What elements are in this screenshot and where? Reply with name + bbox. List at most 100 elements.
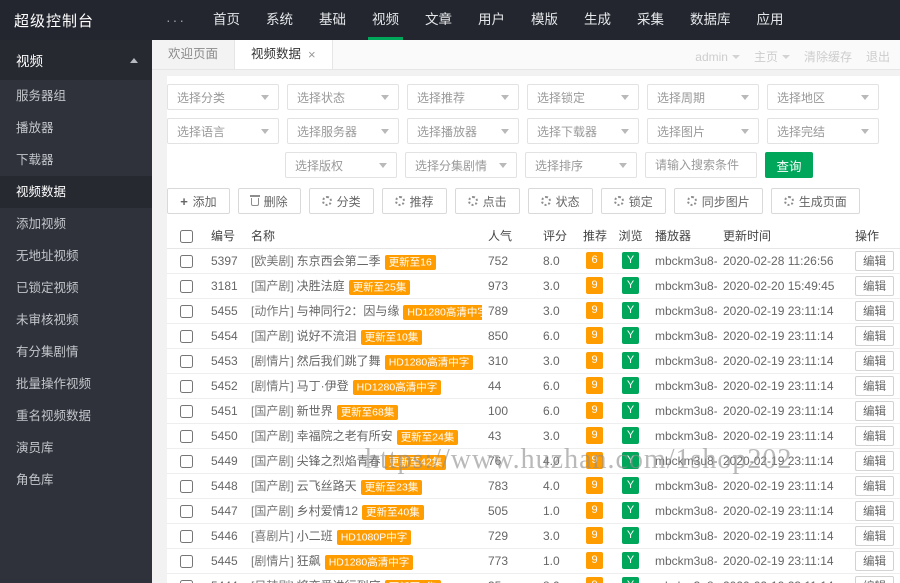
- col-updated[interactable]: 更新时间: [717, 224, 849, 249]
- tab-video-data[interactable]: 视频数据 ×: [235, 40, 333, 69]
- nav-item[interactable]: 生成: [571, 0, 624, 40]
- toolbar-button[interactable]: 添加: [167, 188, 230, 214]
- sidebar-item[interactable]: 演员库: [0, 432, 152, 464]
- filter-select[interactable]: 选择状态: [287, 84, 399, 110]
- row-checkbox[interactable]: [179, 404, 193, 418]
- search-button[interactable]: 查询: [765, 152, 813, 178]
- toolbar-button[interactable]: 分类: [308, 188, 374, 214]
- logout-link[interactable]: 退出: [866, 48, 890, 65]
- select-all-checkbox[interactable]: [179, 229, 193, 243]
- row-checkbox[interactable]: [179, 479, 193, 493]
- row-checkbox[interactable]: [179, 254, 193, 268]
- user-menu[interactable]: admin: [695, 50, 740, 64]
- video-title[interactable]: 决胜法庭: [297, 279, 345, 293]
- filter-select[interactable]: 选择分集剧情: [405, 152, 517, 178]
- nav-item[interactable]: 采集: [624, 0, 677, 40]
- video-title[interactable]: 与神同行2：因与缘: [297, 304, 400, 318]
- col-score[interactable]: 评分: [537, 224, 577, 249]
- edit-button[interactable]: 编辑: [855, 425, 894, 446]
- toolbar-button[interactable]: 状态: [527, 188, 593, 214]
- sidebar-item[interactable]: 无地址视频: [0, 240, 152, 272]
- edit-button[interactable]: 编辑: [855, 450, 894, 471]
- sidebar-item[interactable]: 角色库: [0, 464, 152, 496]
- nav-item[interactable]: 视频: [359, 0, 412, 40]
- row-checkbox[interactable]: [179, 304, 193, 318]
- row-checkbox[interactable]: [179, 354, 193, 368]
- video-title[interactable]: 将恋爱进行到底: [297, 579, 381, 583]
- col-player[interactable]: 播放器: [649, 224, 717, 249]
- video-title[interactable]: 马丁·伊登: [297, 379, 349, 393]
- search-input[interactable]: [645, 152, 757, 178]
- col-recommend[interactable]: 推荐: [577, 224, 612, 249]
- video-title[interactable]: 东京西会第二季: [297, 254, 381, 268]
- close-icon[interactable]: ×: [308, 48, 316, 61]
- nav-item[interactable]: 应用: [744, 0, 797, 40]
- edit-button[interactable]: 编辑: [855, 275, 894, 296]
- row-checkbox[interactable]: [179, 379, 193, 393]
- nav-item[interactable]: 用户: [465, 0, 518, 40]
- edit-button[interactable]: 编辑: [855, 575, 894, 583]
- filter-select[interactable]: 选择下载器: [527, 118, 639, 144]
- edit-button[interactable]: 编辑: [855, 475, 894, 496]
- homepage-menu[interactable]: 主页: [754, 48, 790, 65]
- filter-select[interactable]: 选择播放器: [407, 118, 519, 144]
- sidebar-item[interactable]: 重名视频数据: [0, 400, 152, 432]
- row-checkbox[interactable]: [179, 579, 193, 583]
- toolbar-button[interactable]: 删除: [237, 188, 301, 214]
- sidebar-header[interactable]: 视频: [0, 40, 152, 80]
- filter-select[interactable]: 选择锁定: [527, 84, 639, 110]
- nav-item[interactable]: 数据库: [677, 0, 744, 40]
- toolbar-button[interactable]: 生成页面: [770, 188, 860, 214]
- more-menu-icon[interactable]: ···: [152, 12, 200, 28]
- sidebar-item[interactable]: 已锁定视频: [0, 272, 152, 304]
- edit-button[interactable]: 编辑: [855, 550, 894, 571]
- row-checkbox[interactable]: [179, 279, 193, 293]
- filter-select[interactable]: 选择图片: [647, 118, 759, 144]
- nav-item[interactable]: 首页: [200, 0, 253, 40]
- sidebar-item[interactable]: 批量操作视频: [0, 368, 152, 400]
- filter-select[interactable]: 选择完结: [767, 118, 879, 144]
- edit-button[interactable]: 编辑: [855, 400, 894, 421]
- sidebar-item[interactable]: 添加视频: [0, 208, 152, 240]
- video-title[interactable]: 幸福院之老有所安: [297, 429, 393, 443]
- filter-select[interactable]: 选择语言: [167, 118, 279, 144]
- filter-select[interactable]: 选择周期: [647, 84, 759, 110]
- toolbar-button[interactable]: 锁定: [600, 188, 666, 214]
- sidebar-item[interactable]: 服务器组: [0, 80, 152, 112]
- toolbar-button[interactable]: 推荐: [381, 188, 447, 214]
- toolbar-button[interactable]: 同步图片: [673, 188, 763, 214]
- filter-select[interactable]: 选择服务器: [287, 118, 399, 144]
- filter-select[interactable]: 选择分类: [167, 84, 279, 110]
- edit-button[interactable]: 编辑: [855, 500, 894, 521]
- filter-select[interactable]: 选择推荐: [407, 84, 519, 110]
- tab-welcome[interactable]: 欢迎页面: [152, 40, 236, 69]
- nav-item[interactable]: 模版: [518, 0, 571, 40]
- col-browse[interactable]: 浏览: [612, 224, 649, 249]
- video-title[interactable]: 小二班: [297, 529, 333, 543]
- filter-select[interactable]: 选择排序: [525, 152, 637, 178]
- nav-item[interactable]: 系统: [253, 0, 306, 40]
- clear-cache-link[interactable]: 清除缓存: [804, 48, 852, 65]
- video-title[interactable]: 说好不流泪: [297, 329, 357, 343]
- edit-button[interactable]: 编辑: [855, 250, 894, 271]
- edit-button[interactable]: 编辑: [855, 375, 894, 396]
- video-title[interactable]: 狂飙: [297, 554, 321, 568]
- video-title[interactable]: 新世界: [297, 404, 333, 418]
- row-checkbox[interactable]: [179, 504, 193, 518]
- toolbar-button[interactable]: 点击: [454, 188, 520, 214]
- edit-button[interactable]: 编辑: [855, 300, 894, 321]
- video-title[interactable]: 云飞丝路天: [297, 479, 357, 493]
- video-title[interactable]: 然后我们跳了舞: [297, 354, 381, 368]
- nav-item[interactable]: 基础: [306, 0, 359, 40]
- sidebar-item[interactable]: 下载器: [0, 144, 152, 176]
- video-title[interactable]: 乡村爱情12: [297, 504, 358, 518]
- edit-button[interactable]: 编辑: [855, 350, 894, 371]
- sidebar-item[interactable]: 播放器: [0, 112, 152, 144]
- row-checkbox[interactable]: [179, 529, 193, 543]
- col-id[interactable]: 编号: [205, 224, 245, 249]
- edit-button[interactable]: 编辑: [855, 525, 894, 546]
- video-title[interactable]: 尖锋之烈焰青春: [297, 454, 381, 468]
- row-checkbox[interactable]: [179, 329, 193, 343]
- sidebar-item[interactable]: 未审核视频: [0, 304, 152, 336]
- row-checkbox[interactable]: [179, 429, 193, 443]
